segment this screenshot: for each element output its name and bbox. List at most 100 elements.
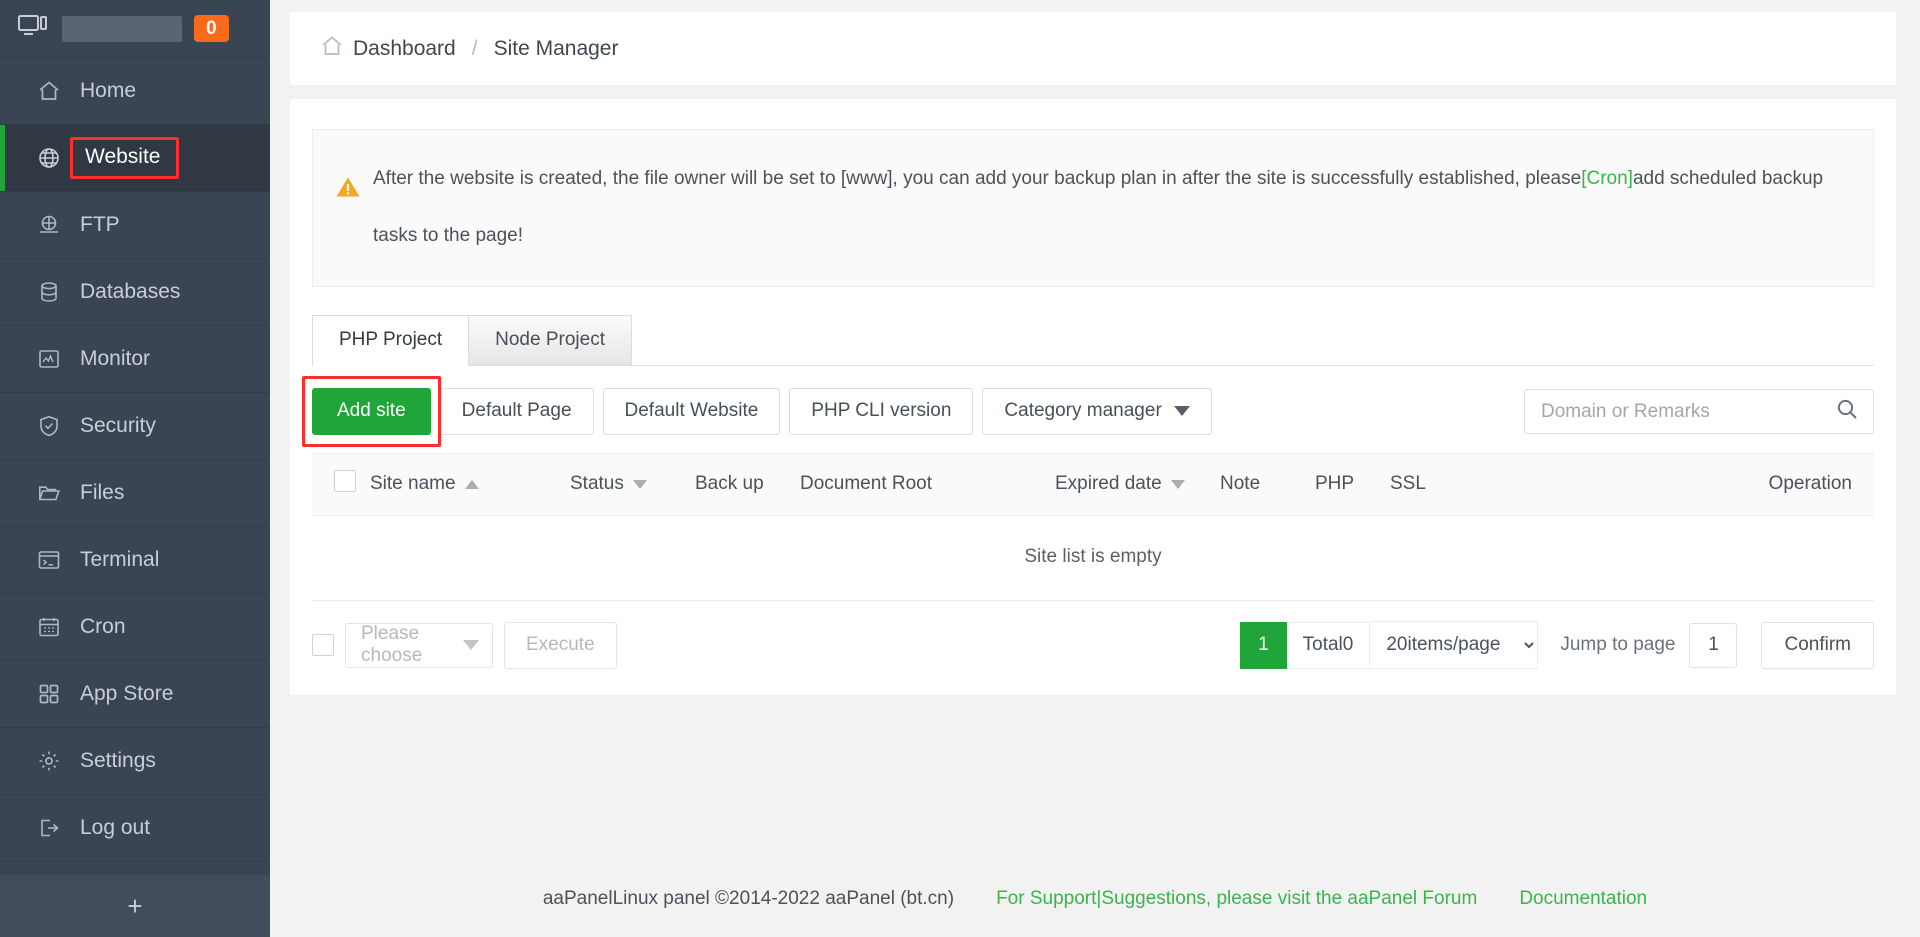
jump-to-page-input[interactable]: [1689, 622, 1738, 668]
column-label: Status: [570, 473, 624, 494]
masked-hostname: [62, 15, 182, 42]
sidebar-item-label: Website: [70, 137, 180, 179]
site-toolbar: Add site Default Page Default Website PH…: [302, 376, 1874, 447]
column-label: PHP: [1315, 473, 1355, 494]
search-input[interactable]: [1541, 400, 1835, 423]
confirm-button[interactable]: Confirm: [1761, 621, 1874, 669]
execute-button[interactable]: Execute: [504, 621, 617, 669]
shield-icon: [36, 414, 62, 438]
sites-table-head: Site name Status Back up Document Root E…: [312, 453, 1874, 516]
category-manager-button[interactable]: Category manager: [982, 388, 1212, 435]
table-footer: Please choose Execute 1 Total0 10items/p…: [312, 621, 1874, 669]
breadcrumb: Dashboard / Site Manager: [290, 12, 1896, 85]
sidebar-item-monitor[interactable]: Monitor: [0, 326, 270, 393]
select-all-checkbox[interactable]: [334, 470, 356, 492]
bulk-action-select[interactable]: Please choose: [345, 622, 493, 668]
page-button-current[interactable]: 1: [1240, 621, 1287, 669]
sidebar-item-label: FTP: [80, 213, 120, 236]
sidebar-add-button[interactable]: +: [0, 875, 270, 937]
sidebar-item-label: Home: [80, 79, 137, 102]
sidebar-item-files[interactable]: Files: [0, 460, 270, 527]
sort-ascending-icon[interactable]: [464, 479, 479, 489]
sidebar-item-security[interactable]: Security: [0, 393, 270, 460]
home-icon: [320, 34, 344, 64]
column-ssl: SSL: [1390, 453, 1513, 516]
select-all-header: [312, 453, 370, 516]
column-operation: Operation: [1512, 453, 1874, 516]
column-label: Expired date: [1055, 473, 1162, 494]
empty-state-row: Site list is empty: [312, 515, 1874, 601]
grid-icon: [36, 682, 62, 706]
column-label: Back up: [695, 473, 764, 494]
sidebar-item-label: Files: [80, 481, 125, 504]
php-cli-version-button[interactable]: PHP CLI version: [789, 388, 974, 435]
home-icon: [36, 79, 62, 103]
logout-icon: [36, 816, 62, 840]
sites-table: Site name Status Back up Document Root E…: [312, 453, 1874, 601]
sidebar-item-website[interactable]: Website: [0, 125, 270, 192]
notification-badge[interactable]: 0: [194, 14, 229, 43]
sidebar-item-terminal[interactable]: Terminal: [0, 527, 270, 594]
add-site-highlight: Add site: [302, 376, 441, 447]
monitor-icon: [18, 14, 48, 43]
column-status[interactable]: Status: [570, 453, 695, 516]
sidebar-menu: Home Website FTP Databases Monitor Secur…: [0, 58, 270, 875]
add-site-button[interactable]: Add site: [312, 388, 431, 435]
chevron-down-icon: [463, 640, 479, 650]
sidebar-item-log-out[interactable]: Log out: [0, 795, 270, 862]
monitor-chart-icon: [36, 347, 62, 371]
copyright-text: aaPanelLinux panel ©2014-2022 aaPanel (b…: [542, 888, 955, 909]
sidebar-item-label: Terminal: [80, 548, 160, 571]
breadcrumb-dashboard[interactable]: Dashboard: [353, 37, 456, 61]
pagination: 1 Total0 10items/page 20items/page 50ite…: [1240, 621, 1874, 669]
sidebar-item-label: App Store: [80, 682, 174, 705]
chevron-down-icon: [1173, 406, 1190, 416]
terminal-icon: [36, 548, 62, 572]
tab-node-project[interactable]: Node Project: [469, 315, 632, 366]
ftp-icon: [36, 213, 62, 237]
project-type-tabs: PHP Project Node Project: [312, 315, 1874, 366]
sidebar-item-databases[interactable]: Databases: [0, 259, 270, 326]
jump-to-page-label: Jump to page: [1560, 634, 1676, 655]
column-label: Site name: [370, 473, 456, 494]
sidebar: 0 Home Website FTP Databases Monitor Sec…: [0, 0, 270, 937]
sidebar-item-ftp[interactable]: FTP: [0, 192, 270, 259]
column-label: Document Root: [800, 473, 933, 494]
gear-icon: [36, 749, 62, 773]
main-content: Dashboard / Site Manager After the websi…: [270, 0, 1920, 937]
database-icon: [36, 280, 62, 304]
column-expired-date[interactable]: Expired date: [1055, 453, 1220, 516]
cron-link[interactable]: [Cron]: [1581, 168, 1633, 189]
sort-descending-icon[interactable]: [1170, 479, 1185, 489]
bulk-select-checkbox[interactable]: [312, 634, 334, 656]
column-back-up: Back up: [695, 453, 800, 516]
column-site-name[interactable]: Site name: [370, 453, 570, 516]
documentation-link[interactable]: Documentation: [1519, 888, 1647, 910]
default-website-button[interactable]: Default Website: [602, 388, 781, 435]
page-size-select[interactable]: 10items/page 20items/page 50items/page 1…: [1370, 621, 1539, 669]
sidebar-item-label: Monitor: [80, 347, 151, 370]
sidebar-item-settings[interactable]: Settings: [0, 728, 270, 795]
breadcrumb-current: Site Manager: [493, 36, 619, 60]
notice-text: After the website is created, the file o…: [373, 150, 1851, 264]
sidebar-item-label: Security: [80, 414, 156, 437]
notice-text-before: After the website is created, the file o…: [373, 168, 1582, 189]
breadcrumb-separator: /: [471, 36, 478, 60]
sort-descending-icon[interactable]: [632, 479, 647, 489]
column-label: Operation: [1768, 473, 1852, 494]
search-icon[interactable]: [1835, 397, 1859, 426]
sidebar-item-label: Databases: [80, 280, 181, 303]
search-box[interactable]: [1524, 389, 1874, 434]
sidebar-item-label: Log out: [80, 816, 151, 839]
calendar-icon: [36, 615, 62, 639]
tab-php-project[interactable]: PHP Project: [312, 315, 470, 366]
column-note: Note: [1220, 453, 1315, 516]
support-forum-link[interactable]: For Support|Suggestions, please visit th…: [996, 888, 1477, 910]
category-manager-label: Category manager: [1004, 400, 1162, 421]
default-page-button[interactable]: Default Page: [439, 388, 594, 435]
sidebar-item-home[interactable]: Home: [0, 58, 270, 125]
globe-icon: [36, 146, 62, 170]
sidebar-item-app-store[interactable]: App Store: [0, 661, 270, 728]
warning-triangle-icon: [335, 165, 361, 222]
sidebar-item-cron[interactable]: Cron: [0, 594, 270, 661]
